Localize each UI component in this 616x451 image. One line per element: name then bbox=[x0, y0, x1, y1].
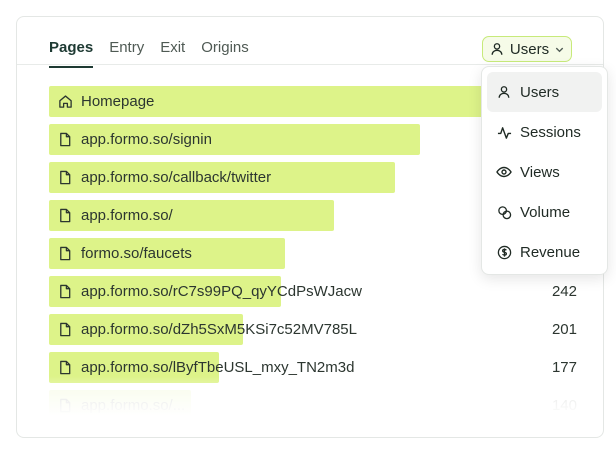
row-label: app.formo.so/callback/twitter bbox=[81, 169, 272, 186]
dropdown-item-volume[interactable]: Volume bbox=[487, 192, 602, 232]
list-fade-overlay bbox=[49, 376, 589, 416]
dropdown-item-sessions[interactable]: Sessions bbox=[487, 112, 602, 152]
file-icon bbox=[57, 208, 73, 224]
row-label: app.formo.so/signin bbox=[81, 131, 212, 148]
file-icon bbox=[57, 322, 73, 338]
row-content: Homepage bbox=[57, 86, 154, 117]
user-icon bbox=[496, 84, 512, 100]
activity-icon bbox=[496, 124, 512, 140]
row-content: app.formo.so/dZh5SxM5KSi7c52MV785L bbox=[57, 314, 357, 345]
row-label: app.formo.so/lByfTbeUSL_mxy_TN2m3d bbox=[81, 359, 355, 376]
user-icon bbox=[489, 41, 505, 57]
metric-dropdown-menu: Users Sessions Views Volume Revenue bbox=[481, 66, 608, 275]
row-label: app.formo.so/rC7s99PQ_qyYCdPsWJacw bbox=[81, 283, 362, 300]
row-value: 242 bbox=[551, 283, 577, 300]
row-label: Homepage bbox=[81, 93, 155, 110]
chevron-down-icon bbox=[554, 44, 565, 55]
row-content: app.formo.so/signin bbox=[57, 124, 212, 155]
list-item[interactable]: app.formo.so/rC7s99PQ_qyYCdPsWJacw 242 bbox=[49, 276, 589, 314]
dropdown-item-users[interactable]: Users bbox=[487, 72, 602, 112]
row-label: app.formo.so/dZh5SxM5KSi7c52MV785L bbox=[81, 321, 357, 338]
dropdown-item-label: Users bbox=[520, 83, 560, 101]
home-icon bbox=[57, 94, 73, 110]
file-icon bbox=[57, 284, 73, 300]
metric-selector-button[interactable]: Users bbox=[482, 36, 572, 62]
dollar-circle-icon bbox=[496, 244, 512, 260]
row-content: formo.so/faucets bbox=[57, 238, 192, 269]
file-icon bbox=[57, 360, 73, 376]
row-content: app.formo.so/rC7s99PQ_qyYCdPsWJacw bbox=[57, 276, 362, 307]
row-value: 201 bbox=[551, 321, 577, 338]
dropdown-item-label: Sessions bbox=[520, 123, 581, 141]
list-item[interactable]: app.formo.so/dZh5SxM5KSi7c52MV785L 201 bbox=[49, 314, 589, 352]
row-label: app.formo.so/ bbox=[81, 207, 173, 224]
tab-divider bbox=[17, 64, 603, 65]
dropdown-item-revenue[interactable]: Revenue bbox=[487, 232, 602, 272]
dropdown-item-label: Volume bbox=[520, 203, 571, 221]
metric-selector-label: Users bbox=[509, 40, 550, 58]
dropdown-item-views[interactable]: Views bbox=[487, 152, 602, 192]
row-content: app.formo.so/ bbox=[57, 200, 173, 231]
file-icon bbox=[57, 170, 73, 186]
coins-icon bbox=[496, 204, 512, 220]
file-icon bbox=[57, 132, 73, 148]
row-label: formo.so/faucets bbox=[81, 245, 192, 262]
row-content: app.formo.so/callback/twitter bbox=[57, 162, 271, 193]
dropdown-item-label: Revenue bbox=[520, 243, 581, 261]
file-icon bbox=[57, 246, 73, 262]
eye-icon bbox=[496, 164, 512, 180]
dropdown-item-label: Views bbox=[520, 163, 560, 181]
